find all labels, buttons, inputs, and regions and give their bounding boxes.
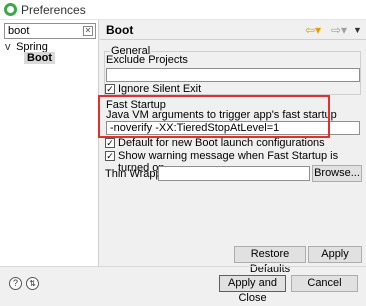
tree-item-label: Boot (27, 52, 53, 64)
show-warning-checkbox[interactable]: ✓ (105, 151, 115, 161)
help-icon[interactable]: ? (9, 277, 22, 290)
exclude-projects-input[interactable] (106, 68, 360, 82)
apply-and-close-button[interactable]: Apply and Close (219, 275, 286, 304)
preference-page: Boot ⇦▾ ⇨▾ ▼ General Exclude Projects ✓ … (100, 20, 366, 275)
restore-defaults-button[interactable]: Restore Defaults (234, 246, 306, 275)
apply-button[interactable]: Apply (308, 246, 362, 263)
browse-button[interactable]: Browse... (312, 165, 362, 182)
window-title: Preferences (21, 3, 86, 17)
page-title: Boot (106, 23, 134, 37)
cancel-button[interactable]: Cancel (291, 275, 358, 292)
tree-item-boot[interactable]: Boot (24, 52, 56, 64)
default-new-launch-label: Default for new Boot launch configuratio… (118, 137, 325, 149)
ignore-silent-exit-checkbox[interactable]: ✓ (105, 84, 115, 94)
chevron-down-icon[interactable]: v (5, 41, 13, 53)
filter-value: boot (8, 25, 30, 37)
eclipse-icon (4, 3, 17, 16)
dialog-footer: ? ⇅ Apply and Close Cancel (0, 266, 366, 304)
arrow-left-icon[interactable]: ⇦▾ (305, 23, 321, 37)
filter-input[interactable]: boot ✕ (4, 23, 96, 39)
arrow-right-icon[interactable]: ⇨▾ (331, 23, 347, 37)
window-titlebar: Preferences (0, 0, 366, 20)
page-header: Boot ⇦▾ ⇨▾ ▼ (100, 20, 366, 40)
thin-wrapper-input[interactable] (158, 166, 310, 181)
fast-startup-highlight-box (98, 95, 330, 138)
default-new-launch-checkbox[interactable]: ✓ (105, 138, 115, 148)
preferences-tree-pane: boot ✕ v Spring Boot (0, 20, 99, 266)
clear-filter-icon[interactable]: ✕ (83, 26, 93, 36)
import-export-icon[interactable]: ⇅ (26, 277, 39, 290)
exclude-projects-label: Exclude Projects (106, 54, 188, 66)
chevron-down-icon[interactable]: ▼ (353, 25, 362, 35)
ignore-silent-exit-label: Ignore Silent Exit (118, 83, 202, 95)
